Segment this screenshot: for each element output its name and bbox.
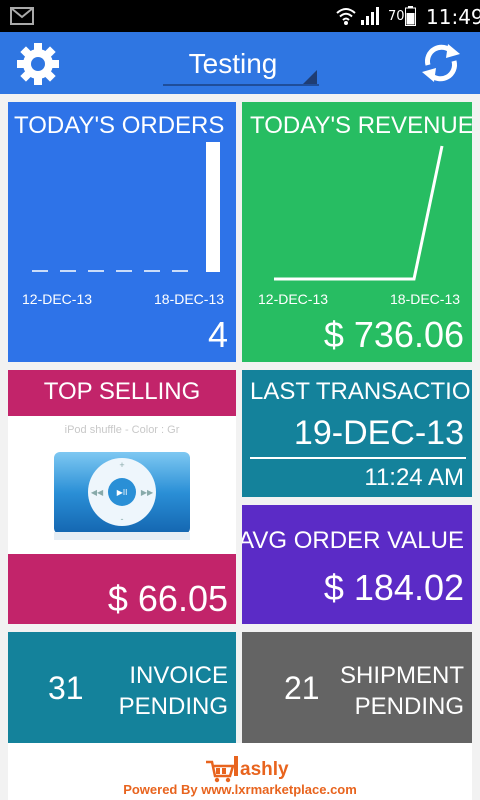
last-transaction-title: LAST TRANSACTION	[250, 378, 472, 405]
clock: 11:49	[426, 5, 480, 29]
logo-text: ashly	[240, 759, 289, 780]
svg-text:-: -	[121, 514, 124, 524]
orders-bar	[116, 270, 132, 272]
powered-by-text: Powered By www.lxrmarketplace.com	[123, 782, 357, 797]
orders-end-date: 18-DEC-13	[154, 291, 225, 307]
orders-bar	[172, 270, 188, 272]
last-transaction-tile[interactable]: LAST TRANSACTION 19-DEC-13 11:24 AM	[242, 370, 472, 497]
battery-icon	[405, 6, 416, 26]
orders-start-date: 12-DEC-13	[22, 291, 93, 307]
shipment-pending-tile[interactable]: 21 SHIPMENT PENDING	[242, 632, 472, 743]
avg-order-value-amount: $ 184.02	[323, 567, 464, 608]
svg-text:▶II: ▶II	[117, 488, 128, 497]
battery-percent: 70	[388, 9, 405, 24]
todays-orders-tile[interactable]: TODAY'S ORDERS 12-DEC-13 18-DEC-13 4	[8, 102, 236, 362]
revenue-amount: $ 736.06	[323, 314, 464, 355]
shipment-label-line2: PENDING	[354, 693, 464, 720]
invoice-pending-label: INVOICE PENDING	[119, 660, 228, 722]
orders-bar	[206, 142, 220, 272]
shipment-pending-count: 21	[284, 670, 320, 706]
revenue-start-date: 12-DEC-13	[258, 291, 329, 307]
divider	[250, 457, 466, 459]
refresh-icon[interactable]	[418, 40, 464, 86]
selector-underline	[163, 84, 319, 86]
store-selector[interactable]: Testing	[163, 44, 319, 86]
orders-count: 4	[207, 314, 228, 355]
dashly-logo: ashly	[206, 756, 289, 783]
dropdown-caret-icon	[303, 70, 317, 84]
app-bar: Testing	[0, 32, 480, 94]
store-selector-label: Testing	[188, 48, 278, 79]
orders-bar	[32, 270, 48, 272]
top-selling-title: TOP SELLING	[43, 378, 201, 405]
orders-bar	[144, 270, 160, 272]
svg-text:▶▶: ▶▶	[141, 488, 154, 497]
todays-revenue-tile[interactable]: TODAY'S REVENUE 12-DEC-13 18-DEC-13 $ 73…	[242, 102, 472, 362]
orders-bar	[88, 270, 104, 272]
status-bar: 70 11:49	[0, 0, 480, 32]
mail-notification-icon	[10, 7, 34, 25]
shipment-pending-label: SHIPMENT PENDING	[340, 660, 464, 722]
wifi-icon	[336, 8, 356, 25]
footer-branding: ashly Powered By www.lxrmarketplace.com	[8, 743, 472, 800]
invoice-label-line1: INVOICE	[129, 662, 228, 689]
product-caption: iPod shuffle - Color : Gr	[64, 424, 180, 436]
orders-bar	[60, 270, 76, 272]
shipment-label-line1: SHIPMENT	[339, 662, 464, 689]
avg-order-value-title: AVG ORDER VALUE	[242, 527, 464, 554]
top-selling-price: $ 66.05	[107, 578, 228, 619]
product-panel: iPod shuffle - Color : Gr + - ◀◀ ▶▶ ▶II	[8, 416, 236, 554]
invoice-label-line2: PENDING	[118, 693, 228, 720]
revenue-line	[274, 145, 444, 281]
avg-order-value-tile[interactable]: AVG ORDER VALUE $ 184.02	[242, 505, 472, 624]
ipod-shuffle-image: + - ◀◀ ▶▶ ▶II	[54, 452, 190, 540]
invoice-pending-count: 31	[48, 670, 84, 706]
invoice-pending-tile[interactable]: 31 INVOICE PENDING	[8, 632, 236, 743]
orders-chart	[32, 142, 220, 272]
top-selling-tile[interactable]: TOP SELLING iPod shuffle - Color : Gr + …	[8, 370, 236, 624]
gear-icon[interactable]	[15, 41, 61, 87]
svg-text:◀◀: ◀◀	[91, 488, 104, 497]
last-transaction-time: 11:24 AM	[364, 464, 464, 491]
last-transaction-date: 19-DEC-13	[293, 414, 464, 452]
revenue-end-date: 18-DEC-13	[390, 291, 461, 307]
revenue-chart	[274, 145, 444, 281]
cell-signal-icon	[361, 7, 379, 25]
svg-text:+: +	[119, 460, 124, 470]
